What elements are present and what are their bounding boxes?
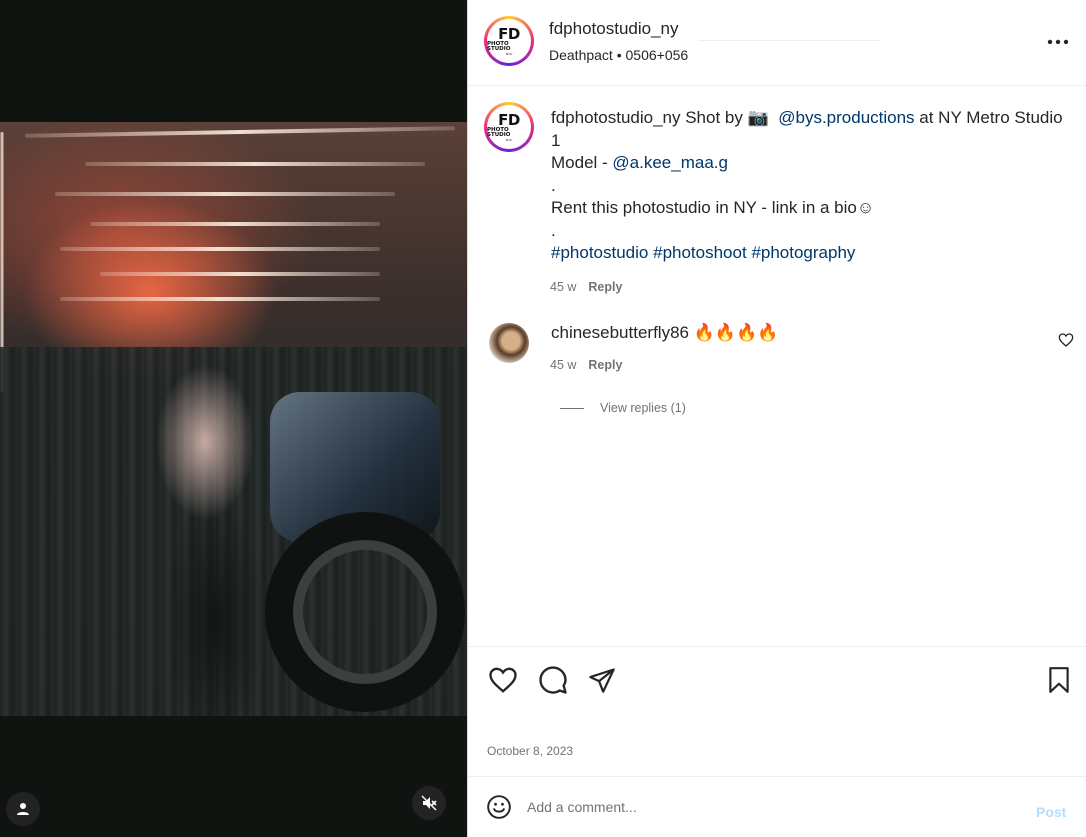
studio-logo: FD PHOTO STUDIO NYC [487,105,531,149]
mention-link[interactable]: @a.kee_maa.g [612,153,728,172]
hashtag-link[interactable]: #photoshoot [653,243,747,262]
mute-button[interactable] [412,786,446,820]
comment: chinesebutterfly86 🔥🔥🔥🔥 [551,323,778,343]
avatar[interactable]: FD PHOTO STUDIO NYC [484,16,534,66]
caption-username[interactable]: fdphotostudio_ny [551,108,681,127]
mention-link[interactable]: @bys.productions [778,108,914,127]
caption: fdphotostudio_ny Shot by 📷 @bys.producti… [551,107,1071,265]
share-icon [589,668,615,693]
timestamp[interactable]: 45 w [550,280,576,294]
comments-section: FD PHOTO STUDIO NYC fdphotostudio_ny Sho… [468,87,1086,645]
timestamp[interactable]: 45 w [550,358,576,372]
comment-input[interactable] [527,795,1007,819]
heart-icon [489,667,517,693]
comment-meta: 45 w Reply [550,358,622,372]
reply-button[interactable]: Reply [588,358,622,372]
mute-icon [421,795,437,811]
post-panel: FD PHOTO STUDIO NYC fdphotostudio_ny Dea… [467,0,1086,837]
divider [560,407,584,409]
add-comment-bar: Post [468,776,1086,837]
hashtag-link[interactable]: #photostudio [551,243,648,262]
caption-text: . [551,220,556,240]
audio-label[interactable]: Deathpact • 0506+056 [549,47,688,63]
emoji-button[interactable] [486,794,512,820]
caption-text: . [551,175,556,195]
caption-avatar[interactable]: FD PHOTO STUDIO NYC [484,102,534,152]
save-button[interactable] [1042,663,1076,697]
caption-text: Shot by [680,108,748,127]
comment-text: 🔥🔥🔥🔥 [693,323,779,342]
more-options-button[interactable] [1046,30,1070,54]
comment-avatar[interactable] [489,323,529,363]
share-button[interactable] [585,663,619,697]
divider [698,40,880,41]
caption-text: Model - [551,153,613,172]
post-photo [0,122,467,716]
comment-button[interactable] [536,663,570,697]
action-bar: October 8, 2023 [468,646,1086,776]
view-replies-label: View replies (1) [600,401,686,415]
post-username[interactable]: fdphotostudio_ny [549,19,679,39]
heart-icon [1058,333,1074,347]
post-header: FD PHOTO STUDIO NYC fdphotostudio_ny Dea… [468,0,1086,86]
caption-meta: 45 w Reply [550,280,622,294]
like-button[interactable] [486,663,520,697]
comment-like-button[interactable] [1058,332,1076,350]
comment-icon [539,666,567,694]
post-button[interactable]: Post [1036,804,1066,820]
camera-emoji: 📷 [747,108,769,127]
more-icon [1047,39,1069,45]
emoji-icon [487,795,511,819]
post-date[interactable]: October 8, 2023 [487,744,573,758]
comment-username[interactable]: chinesebutterfly86 [551,323,689,342]
caption-text: Rent this photostudio in NY - link in a … [551,198,875,217]
reply-button[interactable]: Reply [588,280,622,294]
user-icon [17,803,29,815]
user-tag-button[interactable] [6,792,40,826]
bookmark-icon [1049,667,1069,693]
studio-logo: FD PHOTO STUDIO NYC [487,19,531,63]
post-media[interactable] [0,0,467,837]
hashtag-link[interactable]: #photography [751,243,855,262]
view-replies-button[interactable]: View replies (1) [560,401,686,415]
